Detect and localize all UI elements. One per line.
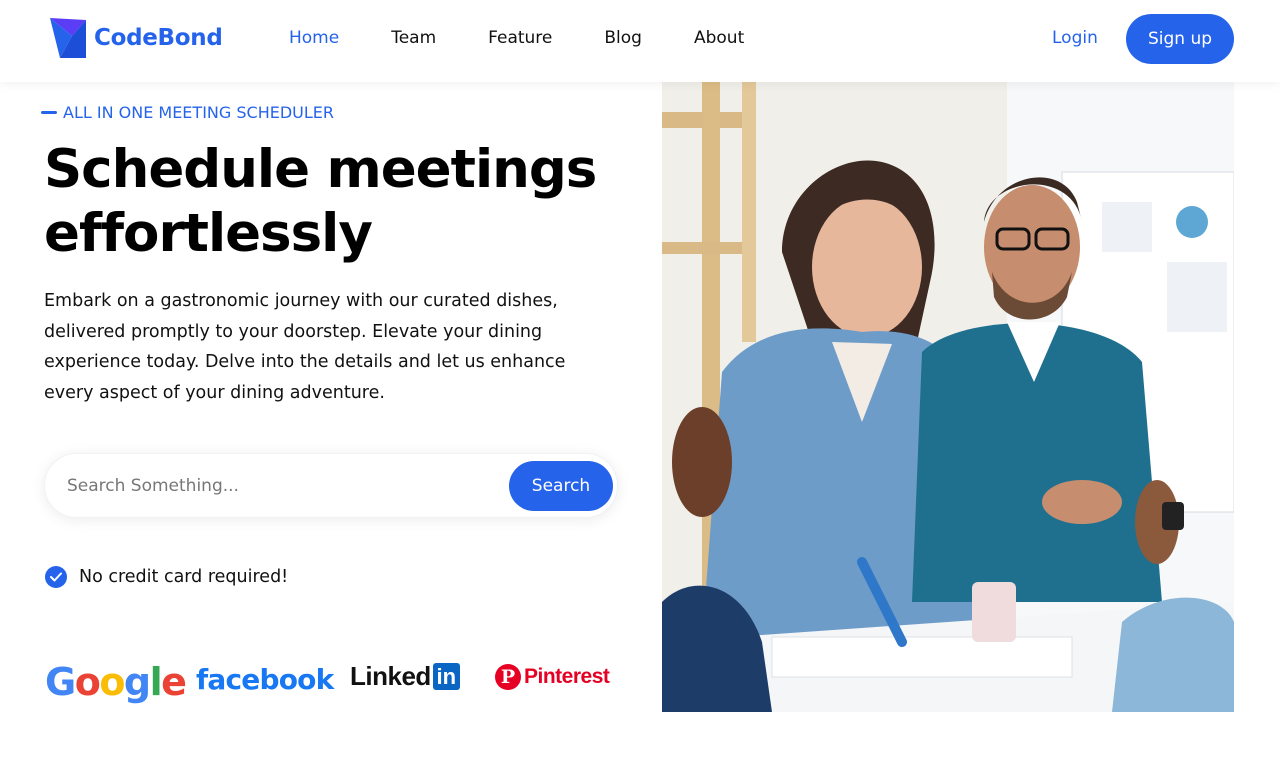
pinterest-icon: P <box>495 664 521 690</box>
eyebrow-text: ALL IN ONE MEETING SCHEDULER <box>63 103 334 122</box>
team-meeting-illustration <box>662 82 1234 712</box>
eyebrow-dash <box>41 111 57 114</box>
brand-name: CodeBond <box>94 25 223 51</box>
team-meeting-photo <box>662 82 1234 712</box>
nav-about[interactable]: About <box>694 27 744 49</box>
hero-headline: Schedule meetings effortlessly <box>44 138 644 266</box>
signup-button[interactable]: Sign up <box>1126 14 1234 64</box>
nav-team[interactable]: Team <box>391 27 436 49</box>
google-letter: l <box>149 660 163 704</box>
google-letter: o <box>74 660 101 704</box>
linkedin-wordmark: Linked <box>350 661 431 691</box>
linkedin-icon: in <box>432 663 460 690</box>
brand-logos: Google facebook Linked in P Pinterest <box>45 655 615 711</box>
main-nav: Home Team Feature Blog About <box>289 27 796 49</box>
headline-line-2: effortlessly <box>44 203 373 264</box>
headline-line-1: Schedule meetings <box>44 139 597 200</box>
login-link[interactable]: Login <box>1052 27 1098 49</box>
codebond-logo-icon <box>50 18 86 58</box>
google-wordmark: Google <box>45 660 187 704</box>
check-circle-icon <box>45 566 67 588</box>
pinterest-wordmark: Pinterest <box>524 665 610 688</box>
note-text: No credit card required! <box>79 567 289 587</box>
linkedin-logo: Linked in <box>350 661 460 692</box>
google-letter: g <box>123 660 151 704</box>
google-letter: G <box>45 660 76 704</box>
search-bar: Search <box>44 453 618 518</box>
facebook-logo: facebook <box>196 663 334 696</box>
hero-description: Embark on a gastronomic journey with our… <box>44 291 566 403</box>
google-letter: e <box>161 660 187 704</box>
pinterest-logo: P Pinterest <box>495 664 610 690</box>
site-header: CodeBond Home Team Feature Blog About Lo… <box>0 0 1280 82</box>
brand-logo[interactable]: CodeBond <box>50 18 223 58</box>
no-credit-card-note: No credit card required! <box>45 566 288 588</box>
nav-blog[interactable]: Blog <box>604 27 642 49</box>
google-letter: o <box>99 660 125 704</box>
hero-eyebrow: ALL IN ONE MEETING SCHEDULER <box>41 103 334 122</box>
nav-home[interactable]: Home <box>289 27 339 49</box>
nav-feature[interactable]: Feature <box>488 27 552 49</box>
google-logo: Google <box>45 660 187 704</box>
search-input[interactable] <box>67 470 487 502</box>
search-button[interactable]: Search <box>509 461 613 511</box>
